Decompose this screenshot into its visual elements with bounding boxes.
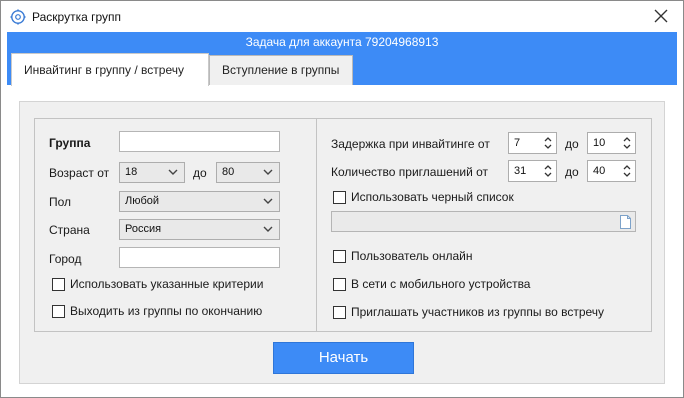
checkbox-box[interactable] xyxy=(52,304,65,318)
gear-icon xyxy=(10,9,26,25)
invite-members-label: Приглашать участников из группы во встре… xyxy=(351,305,605,319)
invite-members-checkbox[interactable]: Приглашать участников из группы во встре… xyxy=(333,305,604,319)
spinner-arrows-icon[interactable] xyxy=(621,162,633,180)
delay-to-spinner[interactable]: 10 xyxy=(587,132,636,154)
spinner-arrows-icon[interactable] xyxy=(542,162,554,180)
age-to-select[interactable]: 80 xyxy=(216,162,280,183)
invites-to-label: до xyxy=(565,165,579,179)
invites-to-value: 40 xyxy=(593,165,606,177)
chevron-down-icon xyxy=(263,226,273,232)
task-banner: Задача для аккаунта 79204968913 xyxy=(7,32,677,53)
spinner-arrows-icon[interactable] xyxy=(621,134,633,152)
mobile-checkbox[interactable]: В сети с мобильного устройства xyxy=(333,277,530,291)
delay-from-value: 7 xyxy=(514,137,521,149)
online-label: Пользователь онлайн xyxy=(351,249,473,263)
country-label: Страна xyxy=(49,223,90,237)
chevron-down-icon xyxy=(263,169,273,175)
age-from-select[interactable]: 18 xyxy=(119,162,185,183)
checkbox-box[interactable] xyxy=(52,277,65,291)
checkbox-box[interactable] xyxy=(333,277,346,291)
age-to-label: до xyxy=(193,166,207,180)
invites-to-spinner[interactable]: 40 xyxy=(587,160,636,182)
invites-from-value: 31 xyxy=(514,165,527,177)
window-title: Раскрутка групп xyxy=(32,10,121,24)
checkbox-box[interactable] xyxy=(333,305,346,319)
app-window: Раскрутка групп Задача для аккаунта 7920… xyxy=(0,0,684,398)
close-icon xyxy=(654,9,668,23)
delay-from-spinner[interactable]: 7 xyxy=(508,132,557,154)
leave-group-checkbox[interactable]: Выходить из группы по окончанию xyxy=(52,304,262,318)
document-icon[interactable] xyxy=(620,215,631,229)
tab-inviting[interactable]: Инвайтинг в группу / встречу xyxy=(11,53,209,86)
delay-to-label: до xyxy=(565,137,579,151)
country-select[interactable]: Россия xyxy=(119,219,280,240)
close-button[interactable] xyxy=(647,4,675,28)
group-label: Группа xyxy=(49,136,91,150)
chevron-down-icon xyxy=(263,198,273,204)
sex-label: Пол xyxy=(49,195,72,209)
country-value: Россия xyxy=(125,223,162,235)
title-bar: Раскрутка групп xyxy=(1,1,683,32)
blacklist-checkbox[interactable]: Использовать черный список xyxy=(333,190,514,204)
use-criteria-checkbox[interactable]: Использовать указанные критерии xyxy=(52,277,263,291)
checkbox-box[interactable] xyxy=(333,249,346,263)
invites-label: Количество приглашений от xyxy=(331,165,489,179)
mobile-label: В сети с мобильного устройства xyxy=(351,277,531,291)
tab-join-groups[interactable]: Вступление в группы xyxy=(209,55,353,85)
age-from-value: 18 xyxy=(125,166,138,178)
group-input[interactable] xyxy=(119,131,280,152)
city-label: Город xyxy=(49,252,82,266)
city-input[interactable] xyxy=(119,247,280,268)
age-from-label: Возраст от xyxy=(49,166,110,180)
delay-label: Задержка при инвайтинге от xyxy=(331,137,490,151)
checkbox-box[interactable] xyxy=(333,190,346,204)
online-checkbox[interactable]: Пользователь онлайн xyxy=(333,249,473,263)
spinner-arrows-icon[interactable] xyxy=(542,134,554,152)
sex-value: Любой xyxy=(125,195,160,207)
chevron-down-icon xyxy=(168,169,178,175)
blacklist-file-field[interactable] xyxy=(331,211,636,232)
use-criteria-label: Использовать указанные критерии xyxy=(70,277,264,291)
age-to-value: 80 xyxy=(222,166,235,178)
blacklist-label: Использовать черный список xyxy=(351,190,514,204)
delay-to-value: 10 xyxy=(593,137,606,149)
leave-group-label: Выходить из группы по окончанию xyxy=(70,304,263,318)
sex-select[interactable]: Любой xyxy=(119,191,280,212)
start-button[interactable]: Начать xyxy=(273,342,414,374)
invites-from-spinner[interactable]: 31 xyxy=(508,160,557,182)
